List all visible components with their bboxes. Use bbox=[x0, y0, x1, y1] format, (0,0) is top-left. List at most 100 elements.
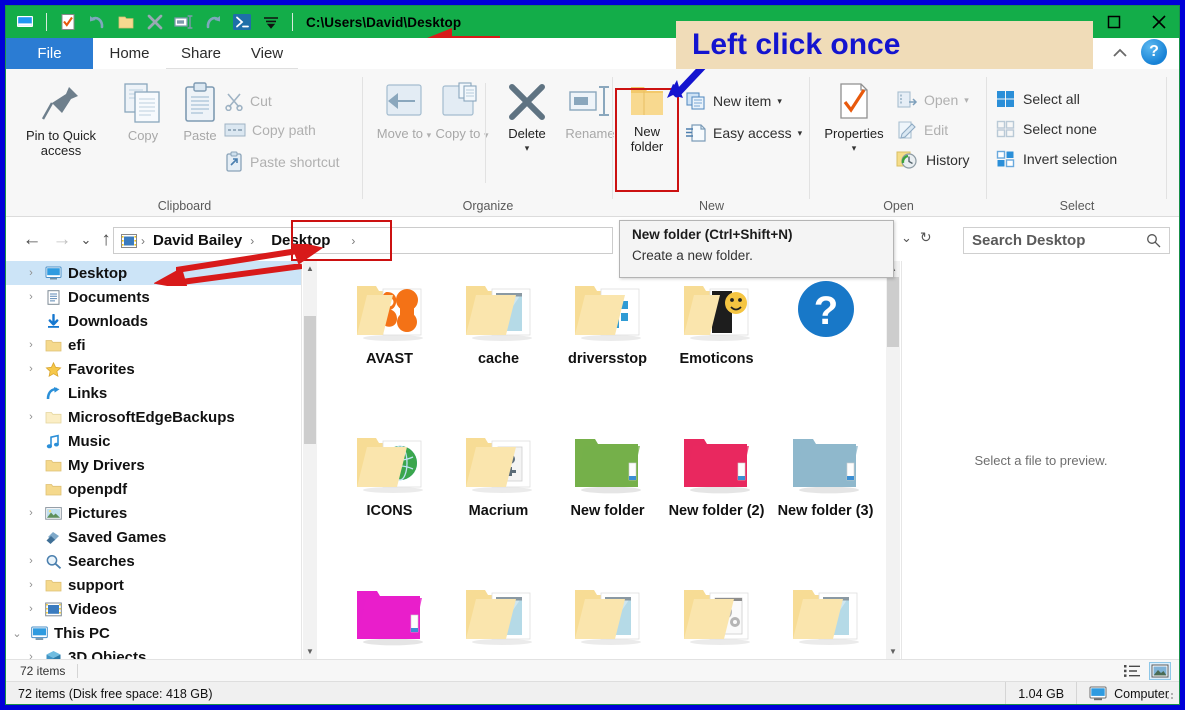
chevron-right-icon[interactable]: › bbox=[24, 339, 38, 351]
new-item-caret-icon[interactable]: ▾ bbox=[777, 96, 782, 107]
sidebar-item-3d-objects[interactable]: › 3D Objects bbox=[6, 645, 301, 659]
resize-grip[interactable] bbox=[1165, 691, 1175, 701]
sidebar-item-videos[interactable]: › Videos bbox=[6, 597, 301, 621]
sidebar-item-support[interactable]: › support bbox=[6, 573, 301, 597]
sidebar-item-openpdf[interactable]: openpdf bbox=[6, 477, 301, 501]
maximize-button[interactable] bbox=[1091, 6, 1136, 38]
delete-caret-icon[interactable]: ▾ bbox=[525, 143, 530, 154]
sidebar-item-saved-games[interactable]: Saved Games bbox=[6, 525, 301, 549]
collapse-ribbon-button[interactable] bbox=[1106, 40, 1134, 66]
chevron-right-icon[interactable]: › bbox=[24, 291, 38, 303]
cut-button[interactable]: Cut bbox=[224, 91, 272, 111]
new-folder-icon[interactable] bbox=[115, 11, 137, 33]
content-scroll-thumb[interactable] bbox=[887, 277, 899, 347]
file-list-pane[interactable]: AVAST cache driversstop Emoticons? ICONS Macr… bbox=[317, 261, 890, 659]
history-button[interactable]: History bbox=[896, 150, 970, 170]
sidebar-item-downloads[interactable]: Downloads bbox=[6, 309, 301, 333]
red-arrow-desktop bbox=[154, 264, 302, 286]
sidebar-scrollbar[interactable]: ▲ ▼ bbox=[303, 261, 317, 659]
easy-access-button[interactable]: Easy access ▾ bbox=[685, 123, 802, 143]
file-tile[interactable] bbox=[771, 571, 880, 659]
open-button[interactable]: Open ▾ bbox=[896, 90, 969, 110]
tab-share[interactable]: Share bbox=[166, 38, 236, 69]
folder-icon bbox=[44, 576, 62, 594]
sidebar-item-efi[interactable]: › efi bbox=[6, 333, 301, 357]
sidebar-item-label: Searches bbox=[68, 552, 135, 570]
explorer-icon[interactable] bbox=[14, 11, 36, 33]
content-scrollbar[interactable]: ▲ ▼ bbox=[886, 261, 900, 659]
searches-icon bbox=[44, 552, 62, 570]
sidebar-item-microsoftedgebackups[interactable]: › MicrosoftEdgeBackups bbox=[6, 405, 301, 429]
group-divider-5 bbox=[1166, 77, 1167, 199]
select-none-button[interactable]: Select none bbox=[995, 119, 1097, 139]
select-all-button[interactable]: Select all bbox=[995, 89, 1080, 109]
customize-qat-icon[interactable] bbox=[260, 11, 282, 33]
invert-selection-button[interactable]: Invert selection bbox=[995, 149, 1117, 169]
undo-icon[interactable] bbox=[86, 11, 108, 33]
chevron-right-icon[interactable]: › bbox=[24, 363, 38, 375]
sidebar-item-this-pc[interactable]: ⌄ This PC bbox=[6, 621, 301, 645]
file-tile[interactable]: driversstop bbox=[553, 267, 662, 419]
rename-icon[interactable] bbox=[173, 11, 195, 33]
chevron-right-icon[interactable]: › bbox=[24, 555, 38, 567]
tab-file[interactable]: File bbox=[6, 38, 93, 69]
qat-divider bbox=[46, 13, 47, 31]
help-button[interactable]: ? bbox=[1141, 39, 1169, 67]
chevron-right-icon[interactable]: › bbox=[24, 651, 38, 659]
file-tile[interactable]: cache bbox=[444, 267, 553, 419]
chevron-right-icon[interactable]: › bbox=[24, 603, 38, 615]
details-view-icon[interactable] bbox=[1121, 662, 1143, 680]
file-tile[interactable]: Emoticons bbox=[662, 267, 771, 419]
large-icons-view-icon[interactable] bbox=[1149, 662, 1171, 680]
file-tile[interactable]: New folder bbox=[553, 419, 662, 571]
file-tile[interactable] bbox=[662, 571, 771, 659]
folder-emoticon-icon bbox=[680, 277, 754, 343]
file-tile[interactable]: New folder (3) bbox=[771, 419, 880, 571]
chevron-down-icon[interactable]: ⌄ bbox=[10, 627, 24, 640]
tab-home[interactable]: Home bbox=[93, 38, 166, 69]
chevron-right-icon[interactable]: › bbox=[24, 267, 38, 279]
file-tile[interactable] bbox=[444, 571, 553, 659]
search-input[interactable]: Search Desktop bbox=[963, 227, 1170, 254]
close-button[interactable] bbox=[1136, 6, 1179, 38]
paste-shortcut-button[interactable]: Paste shortcut bbox=[224, 151, 340, 173]
powershell-icon[interactable] bbox=[231, 11, 253, 33]
redo-icon[interactable] bbox=[202, 11, 224, 33]
file-tile[interactable]: New folder (2) bbox=[662, 419, 771, 571]
file-tile[interactable] bbox=[553, 571, 662, 659]
address-dropdown-icon[interactable]: ⌄ bbox=[901, 230, 912, 246]
properties-icon[interactable] bbox=[57, 11, 79, 33]
sidebar-scroll-thumb[interactable] bbox=[304, 316, 316, 444]
breadcrumb-separator-1[interactable]: › bbox=[140, 234, 146, 248]
chevron-right-icon[interactable]: › bbox=[24, 411, 38, 423]
sidebar-item-my-drivers[interactable]: My Drivers bbox=[6, 453, 301, 477]
copy-path-button[interactable]: Copy path bbox=[224, 121, 316, 139]
sidebar-item-favorites[interactable]: › Favorites bbox=[6, 357, 301, 381]
refresh-icon[interactable]: ↻ bbox=[920, 229, 932, 246]
open-caret-icon[interactable]: ▾ bbox=[964, 95, 969, 106]
sidebar-item-links[interactable]: Links bbox=[6, 381, 301, 405]
chevron-right-icon[interactable]: › bbox=[24, 507, 38, 519]
file-tile[interactable]: ? bbox=[771, 267, 880, 419]
edit-button[interactable]: Edit bbox=[896, 120, 948, 140]
sidebar-scroll-down-arrow[interactable]: ▼ bbox=[303, 644, 317, 659]
delete-icon[interactable] bbox=[144, 11, 166, 33]
forward-button[interactable]: → bbox=[50, 229, 74, 251]
chevron-right-icon[interactable]: › bbox=[24, 579, 38, 591]
file-tile[interactable]: ICONS bbox=[335, 419, 444, 571]
back-button[interactable]: ← bbox=[20, 229, 44, 251]
properties-button[interactable]: Properties ▾ bbox=[812, 81, 896, 154]
properties-caret-icon[interactable]: ▾ bbox=[852, 143, 857, 154]
sidebar-item-documents[interactable]: › Documents bbox=[6, 285, 301, 309]
pin-to-quick-access-button[interactable]: Pin to Quick access bbox=[22, 81, 100, 159]
sidebar-item-music[interactable]: Music bbox=[6, 429, 301, 453]
folder-avast-icon bbox=[353, 277, 427, 343]
content-scroll-down-arrow[interactable]: ▼ bbox=[886, 644, 900, 659]
sidebar-item-searches[interactable]: › Searches bbox=[6, 549, 301, 573]
tab-view[interactable]: View bbox=[236, 38, 298, 69]
file-tile[interactable] bbox=[335, 571, 444, 659]
easy-access-caret-icon[interactable]: ▾ bbox=[798, 128, 803, 139]
file-tile[interactable]: AVAST bbox=[335, 267, 444, 419]
sidebar-item-pictures[interactable]: › Pictures bbox=[6, 501, 301, 525]
file-tile[interactable]: Macrium bbox=[444, 419, 553, 571]
